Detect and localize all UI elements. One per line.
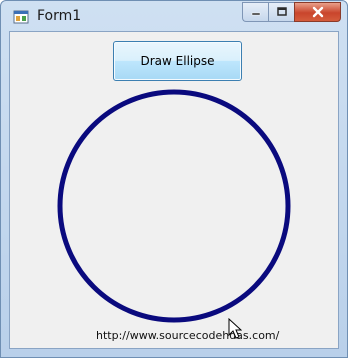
url-label[interactable]: http://www.sourcecodehdas.com/ [96, 329, 279, 342]
form-app-icon[interactable] [13, 9, 29, 25]
title-bar[interactable]: Form1 [1, 1, 347, 31]
form1-window: Form1 Draw Ellipse http://www.sourcecode… [0, 0, 348, 358]
caption-buttons [242, 2, 341, 22]
window-title: Form1 [37, 8, 82, 24]
form-client-area: Draw Ellipse http://www.sourcecodehdas.c… [9, 31, 339, 349]
draw-ellipse-button[interactable]: Draw Ellipse [113, 41, 242, 81]
minimize-icon [251, 12, 260, 16]
minimize-button[interactable] [242, 2, 268, 22]
close-icon [312, 6, 323, 18]
drawn-ellipse [57, 89, 291, 323]
mouse-cursor-icon [228, 318, 242, 339]
close-button[interactable] [294, 2, 341, 22]
maximize-icon [276, 7, 287, 16]
maximize-button[interactable] [268, 2, 294, 22]
